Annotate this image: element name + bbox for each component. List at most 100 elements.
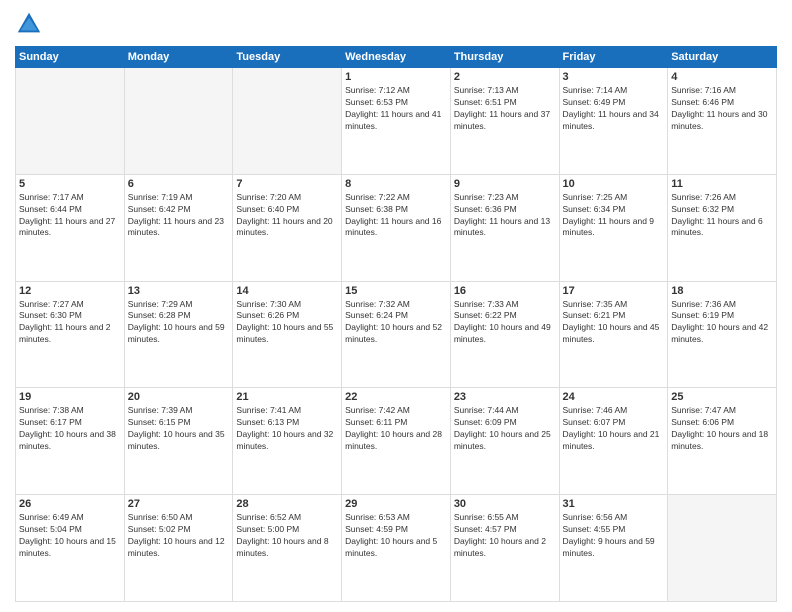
logo-icon — [15, 10, 43, 38]
day-info: Sunrise: 7:25 AMSunset: 6:34 PMDaylight:… — [563, 192, 665, 240]
day-number: 30 — [454, 498, 556, 510]
day-cell-15: 15 Sunrise: 7:32 AMSunset: 6:24 PMDayligh… — [342, 281, 451, 388]
day-info: Sunrise: 7:41 AMSunset: 6:13 PMDaylight:… — [236, 405, 338, 453]
day-cell-11: 11 Sunrise: 7:26 AMSunset: 6:32 PMDayligh… — [668, 174, 777, 281]
day-number: 12 — [19, 285, 121, 297]
day-number: 24 — [563, 391, 665, 403]
day-info: Sunrise: 7:19 AMSunset: 6:42 PMDaylight:… — [128, 192, 230, 240]
day-cell-29: 29 Sunrise: 6:53 AMSunset: 4:59 PMDayligh… — [342, 495, 451, 602]
header — [15, 10, 777, 38]
weekday-friday: Friday — [559, 47, 668, 68]
day-info: Sunrise: 7:26 AMSunset: 6:32 PMDaylight:… — [671, 192, 773, 240]
day-cell-13: 13 Sunrise: 7:29 AMSunset: 6:28 PMDayligh… — [124, 281, 233, 388]
week-row-4: 19 Sunrise: 7:38 AMSunset: 6:17 PMDayligh… — [16, 388, 777, 495]
day-number: 1 — [345, 71, 447, 83]
day-cell-1: 1 Sunrise: 7:12 AMSunset: 6:53 PMDaylight… — [342, 68, 451, 175]
day-cell-3: 3 Sunrise: 7:14 AMSunset: 6:49 PMDaylight… — [559, 68, 668, 175]
day-info: Sunrise: 7:22 AMSunset: 6:38 PMDaylight:… — [345, 192, 447, 240]
empty-cell — [233, 68, 342, 175]
empty-cell — [124, 68, 233, 175]
day-info: Sunrise: 7:44 AMSunset: 6:09 PMDaylight:… — [454, 405, 556, 453]
day-cell-9: 9 Sunrise: 7:23 AMSunset: 6:36 PMDaylight… — [450, 174, 559, 281]
weekday-tuesday: Tuesday — [233, 47, 342, 68]
day-cell-19: 19 Sunrise: 7:38 AMSunset: 6:17 PMDayligh… — [16, 388, 125, 495]
day-cell-4: 4 Sunrise: 7:16 AMSunset: 6:46 PMDaylight… — [668, 68, 777, 175]
day-number: 8 — [345, 178, 447, 190]
day-info: Sunrise: 7:27 AMSunset: 6:30 PMDaylight:… — [19, 299, 121, 347]
day-cell-14: 14Sunrise: 7:30 AMSunset: 6:26 PMDayligh… — [233, 281, 342, 388]
day-number: 6 — [128, 178, 230, 190]
day-cell-8: 8 Sunrise: 7:22 AMSunset: 6:38 PMDaylight… — [342, 174, 451, 281]
day-number: 13 — [128, 285, 230, 297]
day-number: 19 — [19, 391, 121, 403]
day-info: Sunrise: 7:13 AMSunset: 6:51 PMDaylight:… — [454, 85, 556, 133]
day-info: Sunrise: 7:29 AMSunset: 6:28 PMDaylight:… — [128, 299, 230, 347]
day-cell-12: 12 Sunrise: 7:27 AMSunset: 6:30 PMDayligh… — [16, 281, 125, 388]
day-info: Sunrise: 7:33 AMSunset: 6:22 PMDaylight:… — [454, 299, 556, 347]
day-cell-30: 30 Sunrise: 6:55 AMSunset: 4:57 PMDayligh… — [450, 495, 559, 602]
day-info: Sunrise: 6:49 AMSunset: 5:04 PMDaylight:… — [19, 512, 121, 560]
day-info: Sunrise: 7:23 AMSunset: 6:36 PMDaylight:… — [454, 192, 556, 240]
weekday-thursday: Thursday — [450, 47, 559, 68]
day-cell-18: 18 Sunrise: 7:36 AMSunset: 6:19 PMDayligh… — [668, 281, 777, 388]
day-info: Sunrise: 7:17 AMSunset: 6:44 PMDaylight:… — [19, 192, 121, 240]
day-cell-25: 25Sunrise: 7:47 AMSunset: 6:06 PMDayligh… — [668, 388, 777, 495]
day-number: 9 — [454, 178, 556, 190]
page: SundayMondayTuesdayWednesdayThursdayFrid… — [0, 0, 792, 612]
day-cell-22: 22Sunrise: 7:42 AMSunset: 6:11 PMDayligh… — [342, 388, 451, 495]
weekday-header-row: SundayMondayTuesdayWednesdayThursdayFrid… — [16, 47, 777, 68]
day-cell-31: 31Sunrise: 6:56 AMSunset: 4:55 PMDayligh… — [559, 495, 668, 602]
day-cell-16: 16 Sunrise: 7:33 AMSunset: 6:22 PMDayligh… — [450, 281, 559, 388]
day-number: 29 — [345, 498, 447, 510]
weekday-saturday: Saturday — [668, 47, 777, 68]
week-row-1: 1 Sunrise: 7:12 AMSunset: 6:53 PMDaylight… — [16, 68, 777, 175]
day-cell-21: 21Sunrise: 7:41 AMSunset: 6:13 PMDayligh… — [233, 388, 342, 495]
calendar-table: SundayMondayTuesdayWednesdayThursdayFrid… — [15, 46, 777, 602]
day-cell-27: 27 Sunrise: 6:50 AMSunset: 5:02 PMDayligh… — [124, 495, 233, 602]
day-info: Sunrise: 7:32 AMSunset: 6:24 PMDaylight:… — [345, 299, 447, 347]
day-info: Sunrise: 6:55 AMSunset: 4:57 PMDaylight:… — [454, 512, 556, 560]
day-cell-23: 23Sunrise: 7:44 AMSunset: 6:09 PMDayligh… — [450, 388, 559, 495]
day-info: Sunrise: 7:39 AMSunset: 6:15 PMDaylight:… — [128, 405, 230, 453]
day-cell-26: 26 Sunrise: 6:49 AMSunset: 5:04 PMDayligh… — [16, 495, 125, 602]
day-number: 5 — [19, 178, 121, 190]
logo — [15, 10, 47, 38]
day-info: Sunrise: 7:16 AMSunset: 6:46 PMDaylight:… — [671, 85, 773, 133]
day-cell-24: 24 Sunrise: 7:46 AMSunset: 6:07 PMDayligh… — [559, 388, 668, 495]
day-info: Sunrise: 7:14 AMSunset: 6:49 PMDaylight:… — [563, 85, 665, 133]
day-info: Sunrise: 7:42 AMSunset: 6:11 PMDaylight:… — [345, 405, 447, 453]
day-info: Sunrise: 7:35 AMSunset: 6:21 PMDaylight:… — [563, 299, 665, 347]
day-number: 16 — [454, 285, 556, 297]
day-cell-20: 20Sunrise: 7:39 AMSunset: 6:15 PMDayligh… — [124, 388, 233, 495]
day-number: 17 — [563, 285, 665, 297]
day-cell-28: 28Sunrise: 6:52 AMSunset: 5:00 PMDayligh… — [233, 495, 342, 602]
day-cell-6: 6 Sunrise: 7:19 AMSunset: 6:42 PMDaylight… — [124, 174, 233, 281]
day-cell-5: 5 Sunrise: 7:17 AMSunset: 6:44 PMDaylight… — [16, 174, 125, 281]
day-info: Sunrise: 7:12 AMSunset: 6:53 PMDaylight:… — [345, 85, 447, 133]
day-number: 3 — [563, 71, 665, 83]
day-number: 2 — [454, 71, 556, 83]
weekday-monday: Monday — [124, 47, 233, 68]
day-info: Sunrise: 6:53 AMSunset: 4:59 PMDaylight:… — [345, 512, 447, 560]
day-number: 26 — [19, 498, 121, 510]
day-number: 15 — [345, 285, 447, 297]
week-row-3: 12 Sunrise: 7:27 AMSunset: 6:30 PMDayligh… — [16, 281, 777, 388]
weekday-wednesday: Wednesday — [342, 47, 451, 68]
day-info: Sunrise: 7:46 AMSunset: 6:07 PMDaylight:… — [563, 405, 665, 453]
day-cell-2: 2 Sunrise: 7:13 AMSunset: 6:51 PMDaylight… — [450, 68, 559, 175]
day-number: 7 — [236, 178, 338, 190]
week-row-2: 5 Sunrise: 7:17 AMSunset: 6:44 PMDaylight… — [16, 174, 777, 281]
day-info: Sunrise: 6:56 AMSunset: 4:55 PMDaylight:… — [563, 512, 665, 560]
day-info: Sunrise: 6:50 AMSunset: 5:02 PMDaylight:… — [128, 512, 230, 560]
weekday-sunday: Sunday — [16, 47, 125, 68]
day-number: 18 — [671, 285, 773, 297]
day-info: Sunrise: 7:38 AMSunset: 6:17 PMDaylight:… — [19, 405, 121, 453]
day-number: 4 — [671, 71, 773, 83]
day-number: 10 — [563, 178, 665, 190]
day-cell-7: 7Sunrise: 7:20 AMSunset: 6:40 PMDaylight… — [233, 174, 342, 281]
empty-cell — [668, 495, 777, 602]
day-number: 27 — [128, 498, 230, 510]
day-number: 25 — [671, 391, 773, 403]
day-info: Sunrise: 7:36 AMSunset: 6:19 PMDaylight:… — [671, 299, 773, 347]
day-number: 11 — [671, 178, 773, 190]
